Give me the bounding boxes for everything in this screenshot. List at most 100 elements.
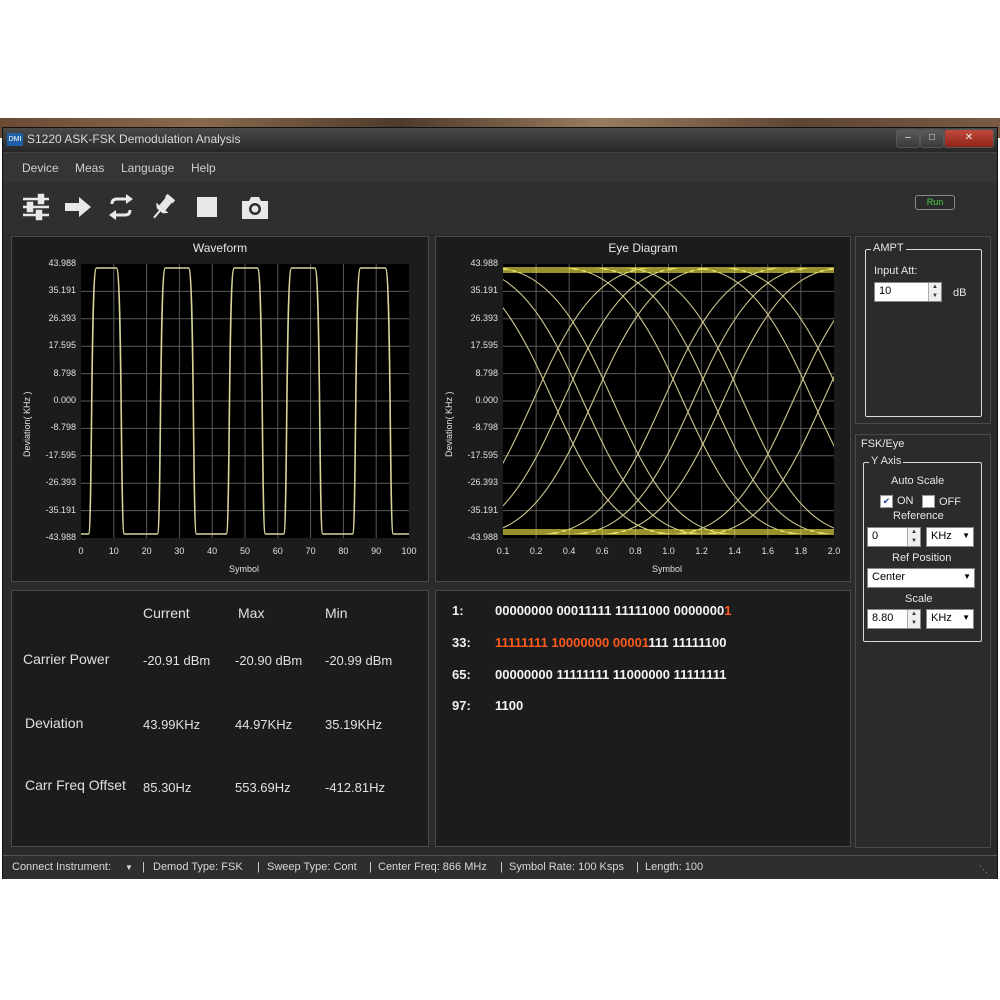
arrow-right-icon[interactable]: [61, 190, 95, 224]
chevron-down-icon[interactable]: ▼: [125, 863, 133, 872]
resize-grip-icon[interactable]: ⋱: [979, 864, 988, 875]
eye-x-tick: 1.8: [794, 546, 808, 556]
eye-x-axis-label: Symbol: [652, 564, 683, 574]
symbol-rate-status: Symbol Rate: 100 Ksps: [509, 861, 624, 873]
waveform-x-tick: 40: [207, 546, 218, 556]
input-att-spinbox[interactable]: 10 ▲ ▼: [874, 282, 942, 302]
auto-scale-off-checkbox[interactable]: [922, 495, 935, 508]
eye-diagram-title: Eye Diagram: [608, 241, 678, 255]
connect-instrument-label[interactable]: Connect Instrument:: [12, 861, 111, 873]
eye-y-tick: 0.000: [475, 395, 498, 405]
eye-x-tick: 1.4: [728, 546, 741, 556]
eye-y-tick: -35.191: [467, 504, 498, 515]
eye-y-tick: 8.798: [475, 367, 498, 378]
deviation-current: 43.99KHz: [143, 717, 201, 732]
waveform-title: Waveform: [192, 241, 248, 255]
eye-y-tick: -8.798: [472, 422, 498, 433]
header-min: Min: [325, 605, 348, 621]
waveform-y-tick: -8.798: [50, 422, 76, 433]
status-separator: |: [636, 861, 639, 873]
eye-x-tick: 0.1: [496, 546, 510, 556]
waveform-x-tick: 60: [272, 546, 283, 556]
header-current: Current: [143, 605, 190, 621]
bits-row-65: 00000000 11111111 11000000 11111111: [495, 667, 726, 682]
deviation-max: 44.97KHz: [235, 717, 293, 732]
waveform-y-tick: 43.988: [48, 258, 76, 268]
eye-x-tick: 2.0: [827, 546, 841, 556]
waveform-y-tick: -17.595: [45, 449, 76, 460]
deviation-min: 35.19KHz: [325, 717, 383, 732]
app-logo-icon: DMI: [7, 133, 23, 146]
minimize-button[interactable]: –: [896, 129, 920, 148]
status-separator: |: [369, 861, 372, 873]
close-button[interactable]: ✕: [944, 129, 994, 148]
ref-position-label: Ref Position: [892, 552, 952, 564]
spin-arrows-icon[interactable]: ▲ ▼: [907, 610, 920, 628]
window-title: S1220 ASK-FSK Demodulation Analysis: [27, 132, 241, 146]
menu-device[interactable]: Device: [22, 161, 59, 175]
eye-x-tick: 0.8: [629, 546, 642, 556]
auto-scale-on-label: ON: [897, 495, 914, 507]
eye-y-tick: -17.595: [467, 449, 498, 460]
menu-language[interactable]: Language: [121, 161, 174, 175]
app-window: DMI S1220 ASK-FSK Demodulation Analysis …: [2, 127, 998, 879]
eye-x-tick: 0.6: [596, 546, 609, 556]
waveform-plot[interactable]: [81, 264, 409, 538]
eye-y-tick: 43.988: [470, 258, 498, 268]
bits-highlight: 11111111 10000000 00001: [495, 635, 649, 650]
toolbar: [3, 182, 997, 234]
bits-normal: 1100: [495, 698, 524, 713]
ampt-group-label: AMPT: [871, 242, 906, 254]
spin-arrows-icon[interactable]: ▲ ▼: [928, 283, 941, 301]
carrier-power-label: Carrier Power: [23, 651, 110, 667]
repeat-icon[interactable]: [104, 190, 138, 224]
stop-icon[interactable]: [190, 190, 224, 224]
pin-icon[interactable]: [146, 190, 180, 224]
measurement-panel: Current Max Min Carrier Power -20.91 dBm…: [11, 590, 429, 847]
scale-spinbox[interactable]: 8.80 ▲ ▼: [867, 609, 921, 629]
carr-freq-offset-min: -412.81Hz: [325, 780, 385, 795]
waveform-x-axis-label: Symbol: [229, 564, 260, 574]
scale-unit-select[interactable]: KHz ▼: [926, 609, 974, 629]
maximize-button[interactable]: □: [920, 129, 944, 148]
waveform-x-tick: 100: [401, 546, 417, 556]
center-freq-status: Center Freq: 866 MHz: [378, 861, 487, 873]
status-separator: |: [142, 861, 145, 873]
waveform-x-tick: 80: [338, 546, 349, 556]
carr-freq-offset-max: 553.69Hz: [235, 780, 291, 795]
scale-unit-value: KHz: [931, 612, 952, 624]
spin-arrows-icon[interactable]: ▲ ▼: [907, 528, 920, 546]
carr-freq-offset-current: 85.30Hz: [143, 780, 192, 795]
waveform-x-tick: 70: [305, 546, 316, 556]
auto-scale-on-checkbox[interactable]: ✔: [880, 495, 893, 508]
carrier-power-max: -20.90 dBm: [235, 653, 303, 668]
menu-meas[interactable]: Meas: [75, 161, 104, 175]
sweep-type-status: Sweep Type: Cont: [267, 861, 357, 873]
ref-position-select[interactable]: Center ▼: [867, 568, 975, 588]
waveform-y-tick: -43.988: [45, 532, 76, 542]
chevron-down-icon: ▼: [963, 572, 971, 581]
length-status: Length: 100: [645, 861, 704, 873]
camera-icon[interactable]: [238, 190, 272, 224]
bits-row-1: 00000000 00011111 11111000 00000001: [495, 603, 731, 618]
eye-diagram-plot[interactable]: [503, 264, 834, 538]
waveform-panel: Waveform Deviation( KHz ) 43.988 35.191 26…: [11, 236, 429, 582]
waveform-y-tick: 17.595: [48, 340, 76, 351]
reference-value: 0: [872, 530, 879, 542]
y-axis-group-label: Y Axis: [869, 455, 904, 467]
reference-spinbox[interactable]: 0 ▲ ▼: [867, 527, 921, 547]
eye-y-tick: 26.393: [470, 312, 498, 323]
fsk-eye-section-label: FSK/Eye: [861, 438, 905, 450]
auto-scale-label: Auto Scale: [891, 475, 945, 487]
reference-label: Reference: [893, 510, 944, 522]
eye-y-tick: 35.191: [470, 285, 498, 296]
demod-type-status: Demod Type: FSK: [153, 861, 243, 873]
reference-unit-select[interactable]: KHz ▼: [926, 527, 974, 547]
status-separator: |: [500, 861, 503, 873]
run-status-badge[interactable]: Run: [915, 195, 955, 210]
bitstream-panel: 1: 00000000 00011111 11111000 00000001 3…: [435, 590, 851, 847]
settings-sliders-icon[interactable]: [19, 190, 53, 224]
waveform-y-tick: -35.191: [45, 504, 76, 515]
bits-row-33: 11111111 10000000 00001111 11111100: [495, 635, 726, 650]
menu-help[interactable]: Help: [191, 161, 216, 175]
